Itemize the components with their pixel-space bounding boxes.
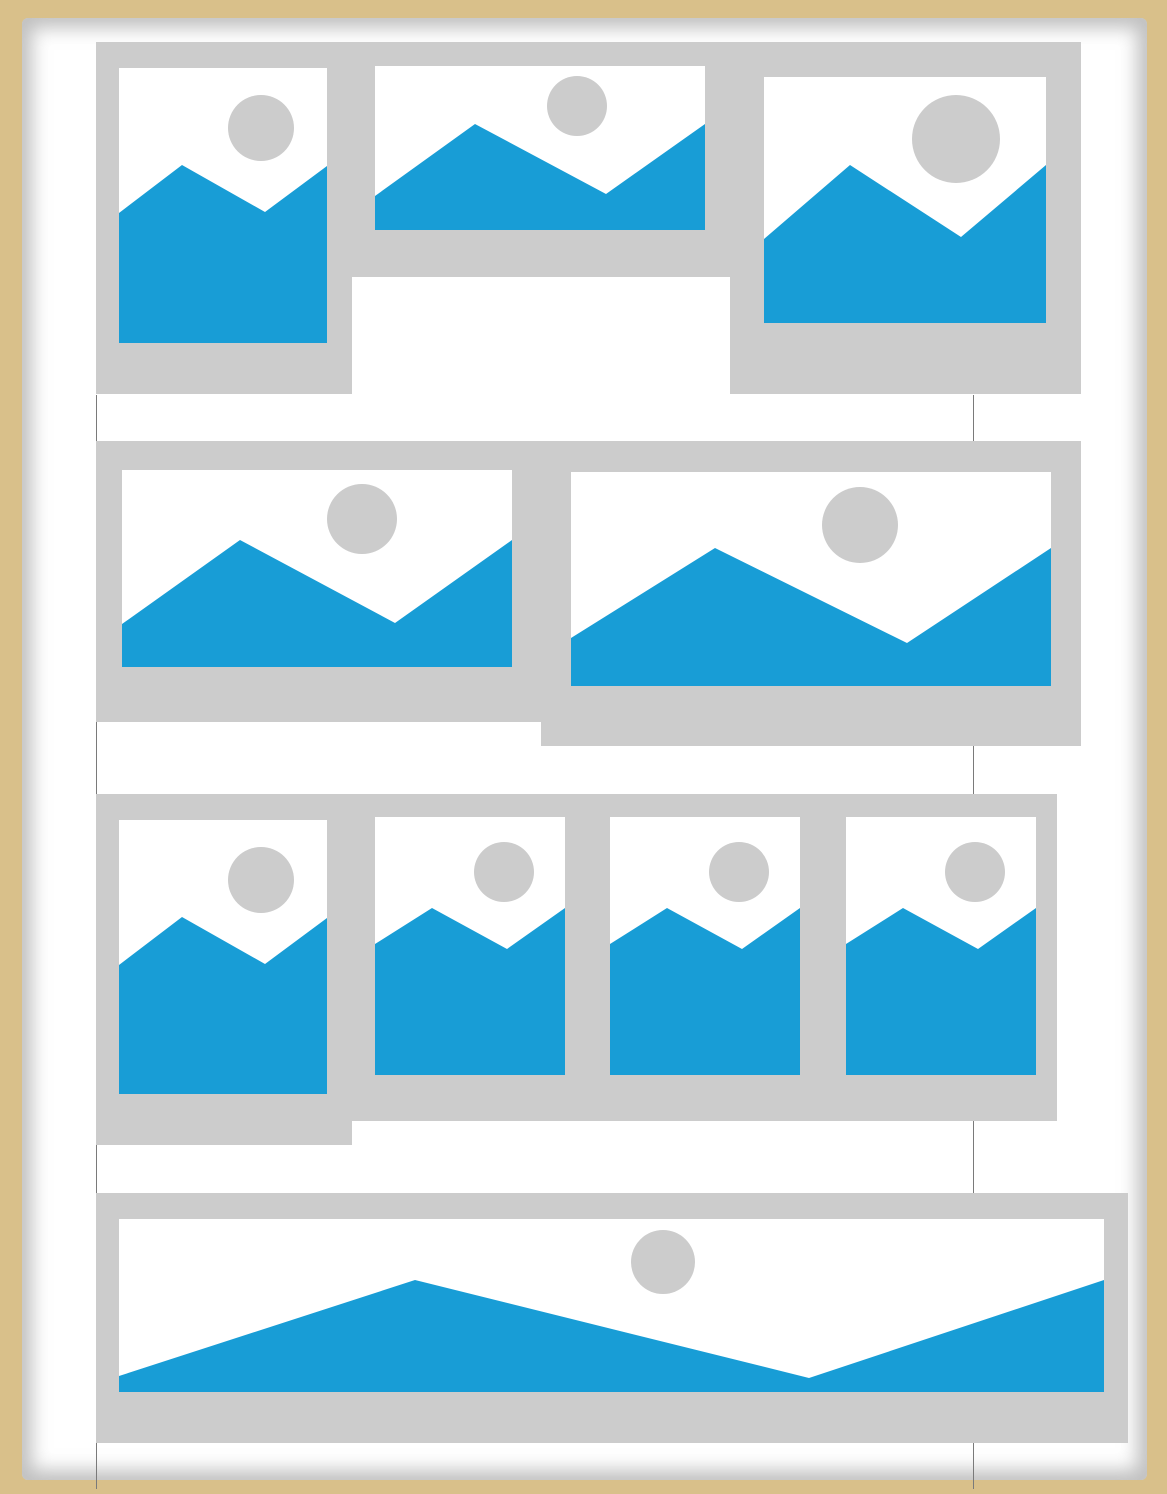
sun-circle <box>709 842 769 902</box>
sun-circle <box>822 487 898 563</box>
mountain-shape <box>846 908 1036 1075</box>
mountain-shape <box>610 908 800 1075</box>
image-placeholder-icon <box>610 817 800 1075</box>
image-placeholder-icon <box>375 66 705 230</box>
image-placeholder-icon <box>122 470 512 667</box>
sun-circle <box>327 484 397 554</box>
image-placeholder-icon <box>764 77 1046 323</box>
mountain-shape <box>119 165 327 343</box>
sun-circle <box>945 842 1005 902</box>
sun-circle <box>631 1230 695 1294</box>
sun-circle <box>228 95 294 161</box>
mountain-shape <box>119 917 327 1094</box>
sun-circle <box>547 76 607 136</box>
sun-circle <box>228 847 294 913</box>
image-placeholder-icon <box>119 68 327 343</box>
mountain-shape <box>375 908 565 1075</box>
image-placeholder-icon <box>119 820 327 1094</box>
image-placeholder-icon <box>846 817 1036 1075</box>
image-placeholder-icon <box>119 1219 1104 1392</box>
sun-circle <box>912 95 1000 183</box>
photo-layout-diagram <box>0 0 1167 1494</box>
image-placeholder-icon <box>375 817 565 1075</box>
image-placeholder-icon <box>571 472 1051 686</box>
sun-circle <box>474 842 534 902</box>
